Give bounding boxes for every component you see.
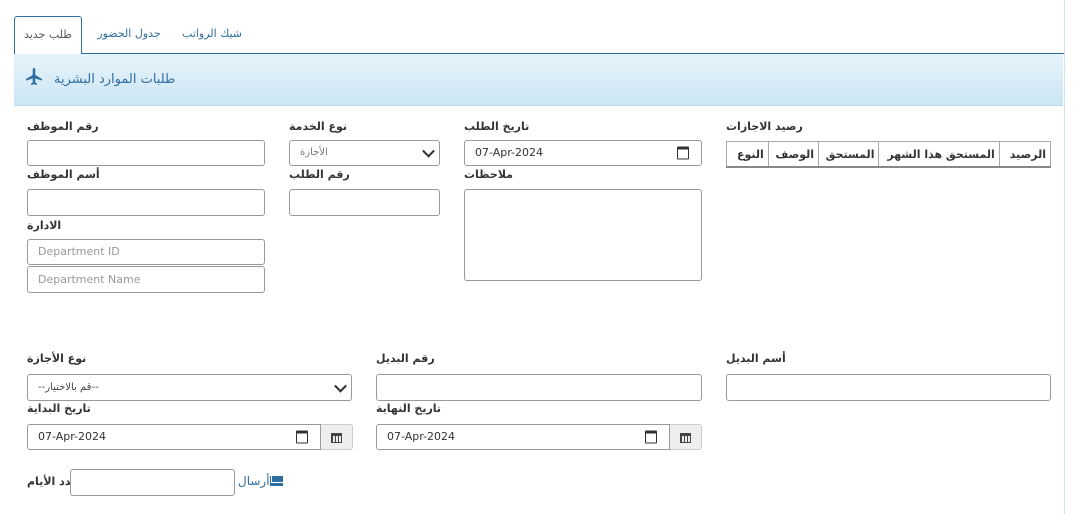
days-count-input[interactable] (70, 469, 235, 496)
airplane-icon (26, 68, 42, 85)
table-header-row: النوع الوصف المستحق المستحق هذا الشهر ال… (726, 141, 1052, 168)
tab-payroll-check[interactable]: شيك الرواتب (179, 16, 245, 52)
send-button[interactable]: أرسال (238, 474, 286, 488)
request-date-value: 07-Apr-2024 (475, 146, 544, 159)
leave-type-label: نوع الأجازة (27, 352, 87, 365)
leave-type-value: --قم بالاختيار-- (38, 382, 99, 393)
service-type-select[interactable]: الأجازة (289, 140, 440, 166)
substitute-name-input[interactable] (726, 374, 1051, 401)
tab-bar: طلب جديد جدول الحضور شيك الرواتب (14, 16, 1064, 55)
request-no-input[interactable] (289, 189, 440, 216)
request-no-label: رقم الطلب (289, 168, 350, 181)
department-name-input[interactable]: Department Name (27, 266, 265, 293)
end-date-value: 07-Apr-2024 (387, 430, 456, 443)
calendar-icon[interactable] (296, 430, 308, 444)
substitute-no-input[interactable] (376, 374, 702, 401)
col-balance: الرصيد (998, 141, 1052, 168)
col-type: النوع (726, 141, 769, 168)
calendar-icon[interactable] (677, 146, 689, 160)
employee-no-label: رقم الموظف (27, 120, 99, 133)
end-date-calendar-button[interactable] (670, 424, 702, 450)
employee-name-input[interactable] (27, 189, 265, 216)
chevron-down-icon (334, 379, 347, 393)
col-due-this-month: المستحق هذا الشهر (878, 141, 1000, 168)
department-id-input[interactable]: Department ID (27, 239, 265, 265)
chevron-down-icon (422, 144, 435, 158)
calendar-icon (680, 433, 691, 443)
calendar-icon (331, 433, 342, 443)
tab-new-request[interactable]: طلب جديد (14, 16, 82, 55)
service-type-value: الأجازة (300, 147, 328, 158)
start-date-value: 07-Apr-2024 (38, 430, 107, 443)
employee-no-input[interactable] (27, 140, 265, 166)
envelope-icon (269, 476, 283, 486)
banner-title[interactable]: طلبات الموارد البشرية (54, 72, 175, 87)
hr-requests-banner: طلبات الموارد البشرية (14, 54, 1063, 106)
department-label: الادارة (27, 219, 62, 232)
col-due: المستحق (818, 141, 880, 168)
end-date-label: تاريخ النهاية (376, 402, 442, 415)
tab-attendance[interactable]: جدول الحضور (84, 16, 174, 52)
substitute-no-label: رقم البديل (376, 352, 435, 365)
start-date-input[interactable]: 07-Apr-2024 (27, 424, 321, 450)
start-date-label: تاريخ البداية (27, 402, 91, 415)
employee-name-label: أسم الموظف (27, 168, 100, 181)
send-label: أرسال (238, 474, 270, 488)
service-type-label: نوع الخدمة (289, 120, 348, 133)
calendar-icon[interactable] (645, 430, 657, 444)
end-date-input[interactable]: 07-Apr-2024 (376, 424, 670, 450)
start-date-calendar-button[interactable] (321, 424, 353, 450)
request-date-label: تاريخ الطلب (464, 120, 530, 133)
leave-type-select[interactable]: --قم بالاختيار-- (27, 374, 352, 401)
notes-textarea[interactable] (464, 189, 702, 281)
leave-balance-table: النوع الوصف المستحق المستحق هذا الشهر ال… (726, 141, 1052, 168)
request-date-input[interactable]: 07-Apr-2024 (464, 140, 702, 166)
notes-label: ملاحظات (464, 168, 513, 181)
substitute-name-label: أسم البديل (726, 352, 786, 365)
col-description: الوصف (767, 141, 820, 168)
leave-balance-title: رصيد الاجازات (726, 120, 803, 133)
page-frame: طلب جديد جدول الحضور شيك الرواتب طلبات ا… (0, 0, 1065, 514)
